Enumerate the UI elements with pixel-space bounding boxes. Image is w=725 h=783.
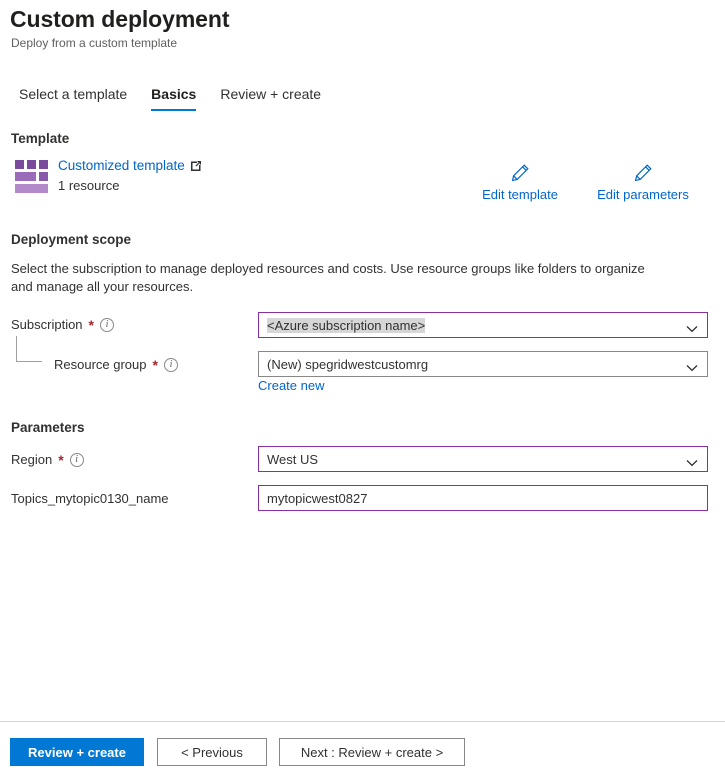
- topic-name-label: Topics_mytopic0130_name: [11, 491, 169, 506]
- pencil-icon: [633, 163, 653, 183]
- footer-divider: [0, 721, 725, 722]
- deployment-scope-heading: Deployment scope: [11, 232, 132, 247]
- resource-group-tree-connector: [16, 336, 42, 362]
- tab-basics[interactable]: Basics: [139, 86, 208, 111]
- resource-group-value: (New) spegridwestcustomrg: [267, 356, 429, 372]
- region-dropdown[interactable]: West US: [258, 446, 708, 472]
- resource-group-label-group: Resource group * i: [54, 357, 178, 372]
- previous-button[interactable]: < Previous: [157, 738, 267, 766]
- resource-group-label: Resource group: [54, 357, 147, 372]
- page-subtitle: Deploy from a custom template: [11, 36, 178, 50]
- deployment-scope-description: Select the subscription to manage deploy…: [11, 261, 645, 294]
- resource-group-required-marker: *: [152, 356, 158, 373]
- review-create-button[interactable]: Review + create: [10, 738, 144, 766]
- page-title: Custom deployment: [10, 6, 230, 32]
- region-label: Region: [11, 452, 53, 467]
- resource-group-dropdown[interactable]: (New) spegridwestcustomrg: [258, 351, 708, 377]
- edit-parameters-label: Edit parameters: [597, 187, 689, 202]
- external-link-icon: [190, 160, 202, 172]
- topic-name-value: mytopicwest0827: [267, 490, 368, 506]
- subscription-value: <Azure subscription name>: [267, 317, 426, 333]
- edit-template-label: Edit template: [482, 187, 558, 202]
- customized-template-link[interactable]: Customized template: [58, 158, 202, 173]
- subscription-label-group: Subscription * i: [11, 317, 114, 332]
- subscription-required-marker: *: [88, 316, 94, 333]
- wizard-tabs: Select a template Basics Review + create: [11, 86, 333, 111]
- tab-select-a-template[interactable]: Select a template: [11, 86, 139, 111]
- region-label-group: Region * i: [11, 452, 84, 467]
- chevron-down-icon: [686, 360, 698, 372]
- edit-template-button[interactable]: Edit template: [473, 163, 567, 202]
- pencil-icon: [510, 163, 530, 183]
- topic-name-label-group: Topics_mytopic0130_name: [11, 491, 169, 506]
- info-icon[interactable]: i: [69, 452, 84, 467]
- chevron-down-icon: [686, 455, 698, 467]
- parameters-heading: Parameters: [11, 420, 85, 435]
- topic-name-input[interactable]: mytopicwest0827: [258, 485, 708, 511]
- template-resource-count: 1 resource: [58, 178, 120, 193]
- template-section-heading: Template: [11, 131, 70, 146]
- customized-template-label: Customized template: [58, 158, 185, 173]
- subscription-label: Subscription: [11, 317, 83, 332]
- edit-parameters-button[interactable]: Edit parameters: [590, 163, 696, 202]
- region-required-marker: *: [58, 451, 64, 468]
- info-icon[interactable]: i: [163, 357, 178, 372]
- create-new-resource-group-link[interactable]: Create new: [258, 378, 324, 393]
- next-button[interactable]: Next : Review + create >: [279, 738, 465, 766]
- template-grid-icon: [15, 160, 51, 194]
- info-icon[interactable]: i: [100, 317, 114, 332]
- region-value: West US: [267, 451, 319, 467]
- subscription-dropdown[interactable]: <Azure subscription name>: [258, 312, 708, 338]
- chevron-down-icon: [686, 321, 698, 333]
- tab-review-create[interactable]: Review + create: [208, 86, 333, 111]
- custom-deployment-page: Custom deployment Deploy from a custom t…: [0, 0, 725, 783]
